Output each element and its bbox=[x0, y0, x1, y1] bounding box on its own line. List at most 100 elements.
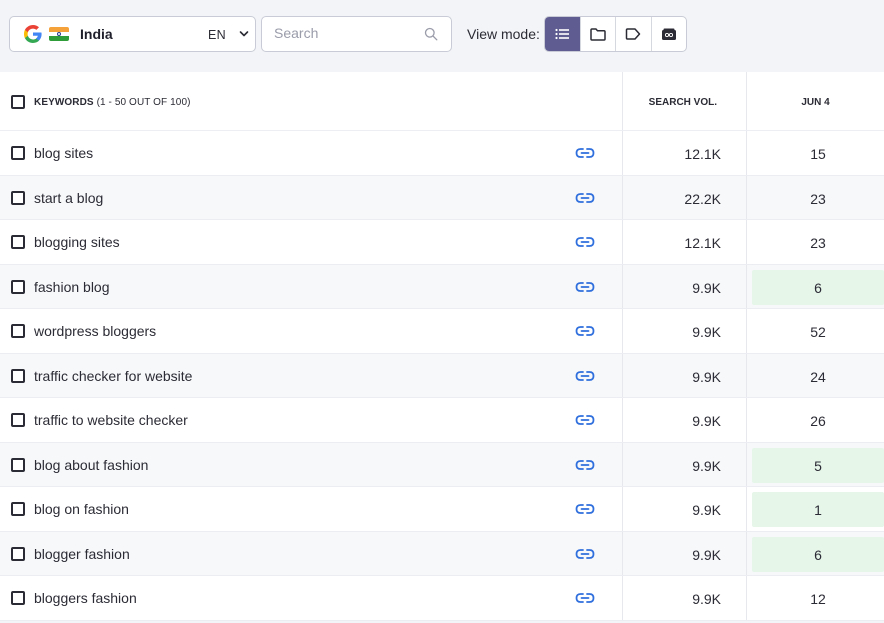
search-vol-cell: 9.9K bbox=[622, 487, 746, 531]
view-mode-list-button[interactable] bbox=[545, 17, 581, 51]
position-cell: 23 bbox=[746, 175, 884, 219]
row-checkbox[interactable] bbox=[11, 591, 25, 605]
table-row: blogging sites 12.1K 23 bbox=[0, 220, 884, 265]
search-vol-cell: 9.9K bbox=[622, 264, 746, 308]
select-all-checkbox[interactable] bbox=[11, 95, 25, 109]
position-highlight: 23 bbox=[752, 225, 884, 260]
position-value: 6 bbox=[814, 279, 822, 296]
row-checkbox[interactable] bbox=[11, 190, 25, 205]
search-icon[interactable] bbox=[424, 27, 438, 41]
search-volume: 9.9K bbox=[692, 591, 721, 607]
row-checkbox[interactable] bbox=[11, 324, 25, 338]
position-value: 1 bbox=[814, 502, 822, 518]
toolbar: India EN View mode: bbox=[0, 0, 884, 70]
position-highlight: 52 bbox=[752, 314, 884, 349]
view-mode-gsc-button[interactable] bbox=[652, 17, 687, 51]
table-header: KEYWORDS (1 - 50 OUT OF 100) SEARCH VOL.… bbox=[0, 72, 884, 131]
link-icon[interactable] bbox=[575, 591, 595, 605]
google-g-icon bbox=[24, 25, 42, 43]
keyword-text: bloggers fashion bbox=[34, 590, 137, 606]
keyword-text: wordpress bloggers bbox=[34, 323, 157, 339]
table-row: wordpress bloggers 9.9K 52 bbox=[0, 309, 884, 354]
link-icon[interactable] bbox=[575, 458, 595, 472]
keywords-column-header[interactable]: KEYWORDS (1 - 50 OUT OF 100) bbox=[34, 97, 191, 108]
position-highlight: 1 bbox=[752, 492, 884, 527]
position-value: 23 bbox=[810, 235, 826, 251]
table-row: bloggers fashion 9.9K 12 bbox=[0, 576, 884, 621]
search-volume: 12.1K bbox=[684, 146, 721, 162]
row-checkbox[interactable] bbox=[11, 368, 25, 383]
position-cell: 26 bbox=[746, 398, 884, 442]
row-checkbox[interactable] bbox=[11, 413, 25, 427]
position-value: 5 bbox=[814, 457, 822, 474]
row-checkbox[interactable] bbox=[11, 546, 25, 561]
country-name: India bbox=[80, 26, 113, 42]
table-row: blog on fashion 9.9K 1 bbox=[0, 487, 884, 532]
keyword-text: blog on fashion bbox=[34, 501, 129, 517]
table-row: blogger fashion 9.9K 6 bbox=[0, 531, 884, 576]
india-flag-icon bbox=[49, 27, 69, 41]
position-cell: 5 bbox=[746, 442, 884, 486]
position-value: 12 bbox=[810, 591, 826, 607]
search-volume: 9.9K bbox=[692, 324, 721, 340]
view-mode-tag-button[interactable] bbox=[616, 17, 652, 51]
keywords-table: KEYWORDS (1 - 50 OUT OF 100) SEARCH VOL.… bbox=[0, 72, 884, 621]
position-cell: 23 bbox=[746, 220, 884, 264]
position-value: 52 bbox=[810, 324, 826, 340]
position-cell: 12 bbox=[746, 576, 884, 620]
table-row: traffic to website checker 9.9K 26 bbox=[0, 398, 884, 443]
tag-icon bbox=[626, 28, 641, 40]
link-icon[interactable] bbox=[575, 146, 595, 160]
row-checkbox[interactable] bbox=[11, 279, 25, 294]
link-icon[interactable] bbox=[575, 547, 595, 561]
search-vol-cell: 9.9K bbox=[622, 353, 746, 397]
row-checkbox[interactable] bbox=[11, 146, 25, 160]
row-checkbox[interactable] bbox=[11, 457, 25, 472]
search-vol-column-header[interactable]: SEARCH VOL. bbox=[622, 72, 746, 130]
search-vol-cell: 12.1K bbox=[622, 220, 746, 264]
search-input[interactable] bbox=[274, 25, 424, 41]
search-vol-cell: 9.9K bbox=[622, 398, 746, 442]
position-highlight: 24 bbox=[752, 359, 884, 394]
position-cell: 6 bbox=[746, 264, 884, 308]
position-value: 26 bbox=[810, 413, 826, 429]
view-mode-folder-button[interactable] bbox=[581, 17, 616, 51]
link-icon[interactable] bbox=[575, 280, 595, 294]
keywords-count: (1 - 50 OUT OF 100) bbox=[93, 97, 191, 108]
position-cell: 15 bbox=[746, 131, 884, 175]
link-icon[interactable] bbox=[575, 413, 595, 427]
table-row: blog about fashion 9.9K 5 bbox=[0, 442, 884, 487]
search-volume: 9.9K bbox=[692, 502, 721, 518]
link-icon[interactable] bbox=[575, 369, 595, 383]
table-row: fashion blog 9.9K 6 bbox=[0, 264, 884, 309]
position-value: 23 bbox=[810, 190, 826, 207]
search-vol-cell: 9.9K bbox=[622, 576, 746, 620]
keyword-text: start a blog bbox=[34, 189, 104, 206]
chevron-down-icon bbox=[239, 31, 249, 37]
location-selector[interactable]: India EN bbox=[9, 16, 256, 52]
folder-icon bbox=[590, 27, 606, 41]
keyword-text: traffic to website checker bbox=[34, 412, 188, 428]
list-icon bbox=[555, 28, 570, 40]
row-checkbox[interactable] bbox=[11, 502, 25, 516]
search-volume: 9.9K bbox=[692, 546, 721, 563]
view-mode-label: View mode: bbox=[467, 26, 540, 42]
keyword-text: blog about fashion bbox=[34, 456, 149, 473]
search-volume: 9.9K bbox=[692, 368, 721, 385]
link-icon[interactable] bbox=[575, 191, 595, 205]
position-highlight: 23 bbox=[752, 181, 884, 216]
keywords-header-label: KEYWORDS bbox=[34, 97, 94, 108]
row-checkbox[interactable] bbox=[11, 235, 25, 249]
position-highlight: 6 bbox=[752, 269, 884, 305]
position-highlight: 26 bbox=[752, 403, 884, 438]
search-volume: 22.2K bbox=[684, 190, 721, 207]
keyword-text: traffic checker for website bbox=[34, 367, 193, 384]
link-icon[interactable] bbox=[575, 502, 595, 516]
language-code: EN bbox=[208, 28, 226, 42]
search-vol-cell: 9.9K bbox=[622, 309, 746, 353]
table-row: start a blog 22.2K 23 bbox=[0, 175, 884, 220]
link-icon[interactable] bbox=[575, 324, 595, 338]
date-column-header[interactable]: JUN 4 bbox=[746, 72, 884, 130]
position-cell: 1 bbox=[746, 487, 884, 531]
link-icon[interactable] bbox=[575, 235, 595, 249]
